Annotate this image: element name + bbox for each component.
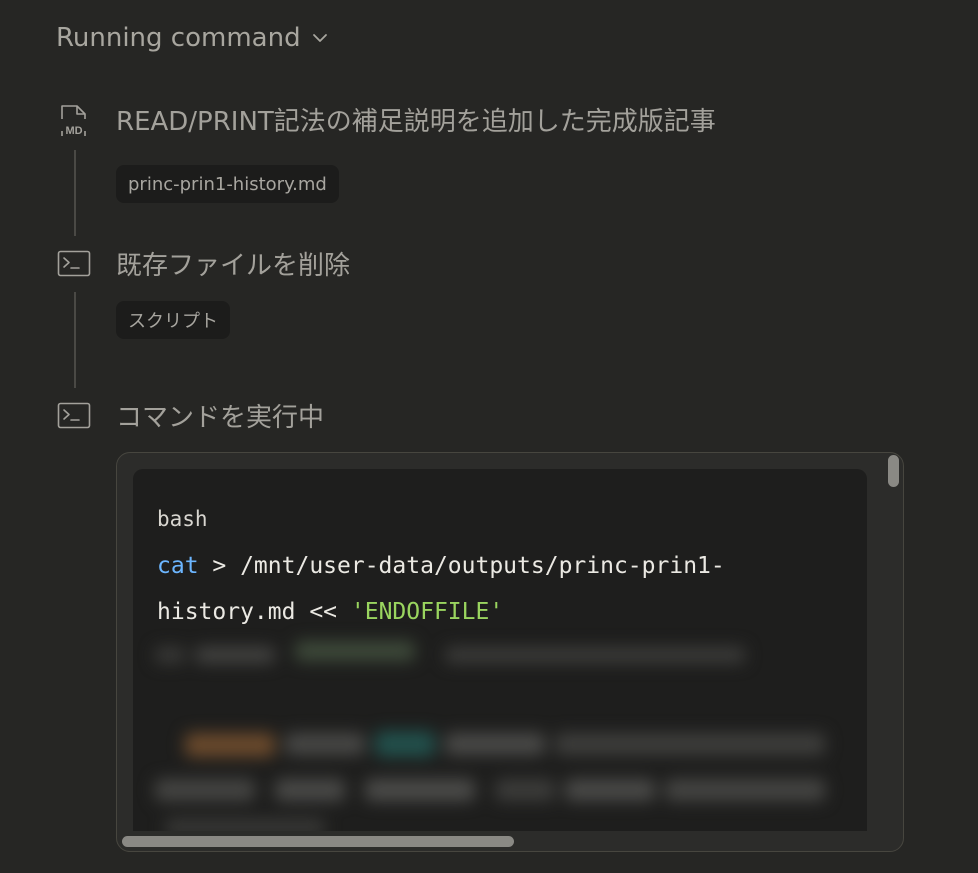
code-text: > /mnt/user-data/outputs/princ-prin1-: [198, 553, 725, 579]
step-title: 既存ファイルを削除: [116, 251, 351, 281]
code-block: bash cat > /mnt/user-data/outputs/princ-…: [133, 469, 867, 831]
header-title: Running command: [56, 23, 301, 53]
svg-text:MD: MD: [65, 125, 82, 137]
running-command-toggle[interactable]: Running command: [56, 18, 329, 58]
code-line: cat > /mnt/user-data/outputs/princ-prin1…: [157, 553, 725, 579]
file-chip[interactable]: princ-prin1-history.md: [116, 165, 339, 203]
step-delete-file: 既存ファイルを削除: [56, 245, 350, 282]
timeline-connector: [74, 292, 76, 388]
step-running-command: コマンドを実行中: [56, 397, 324, 434]
chevron-down-icon: [312, 34, 327, 42]
code-keyword: cat: [157, 553, 199, 579]
code-language-label: bash: [157, 507, 208, 531]
terminal-icon: [56, 398, 92, 434]
vertical-scrollbar[interactable]: [888, 455, 899, 487]
code-line: history.md << 'ENDOFFILE': [157, 599, 503, 625]
markdown-file-icon: MD: [56, 102, 92, 138]
code-string: 'ENDOFFILE': [350, 599, 504, 625]
script-chip[interactable]: スクリプト: [116, 301, 230, 339]
timeline-connector: [74, 150, 76, 236]
horizontal-scrollbar[interactable]: [122, 836, 514, 847]
terminal-icon: [56, 246, 92, 282]
blurred-code-content: [145, 633, 827, 831]
step-title: コマンドを実行中: [116, 403, 325, 433]
code-text: history.md <<: [157, 599, 351, 625]
code-block-container[interactable]: bash cat > /mnt/user-data/outputs/princ-…: [116, 452, 904, 852]
step-markdown-article: MD READ/PRINT記法の補足説明を追加した完成版記事: [56, 101, 716, 138]
step-title: READ/PRINT記法の補足説明を追加した完成版記事: [116, 107, 716, 137]
